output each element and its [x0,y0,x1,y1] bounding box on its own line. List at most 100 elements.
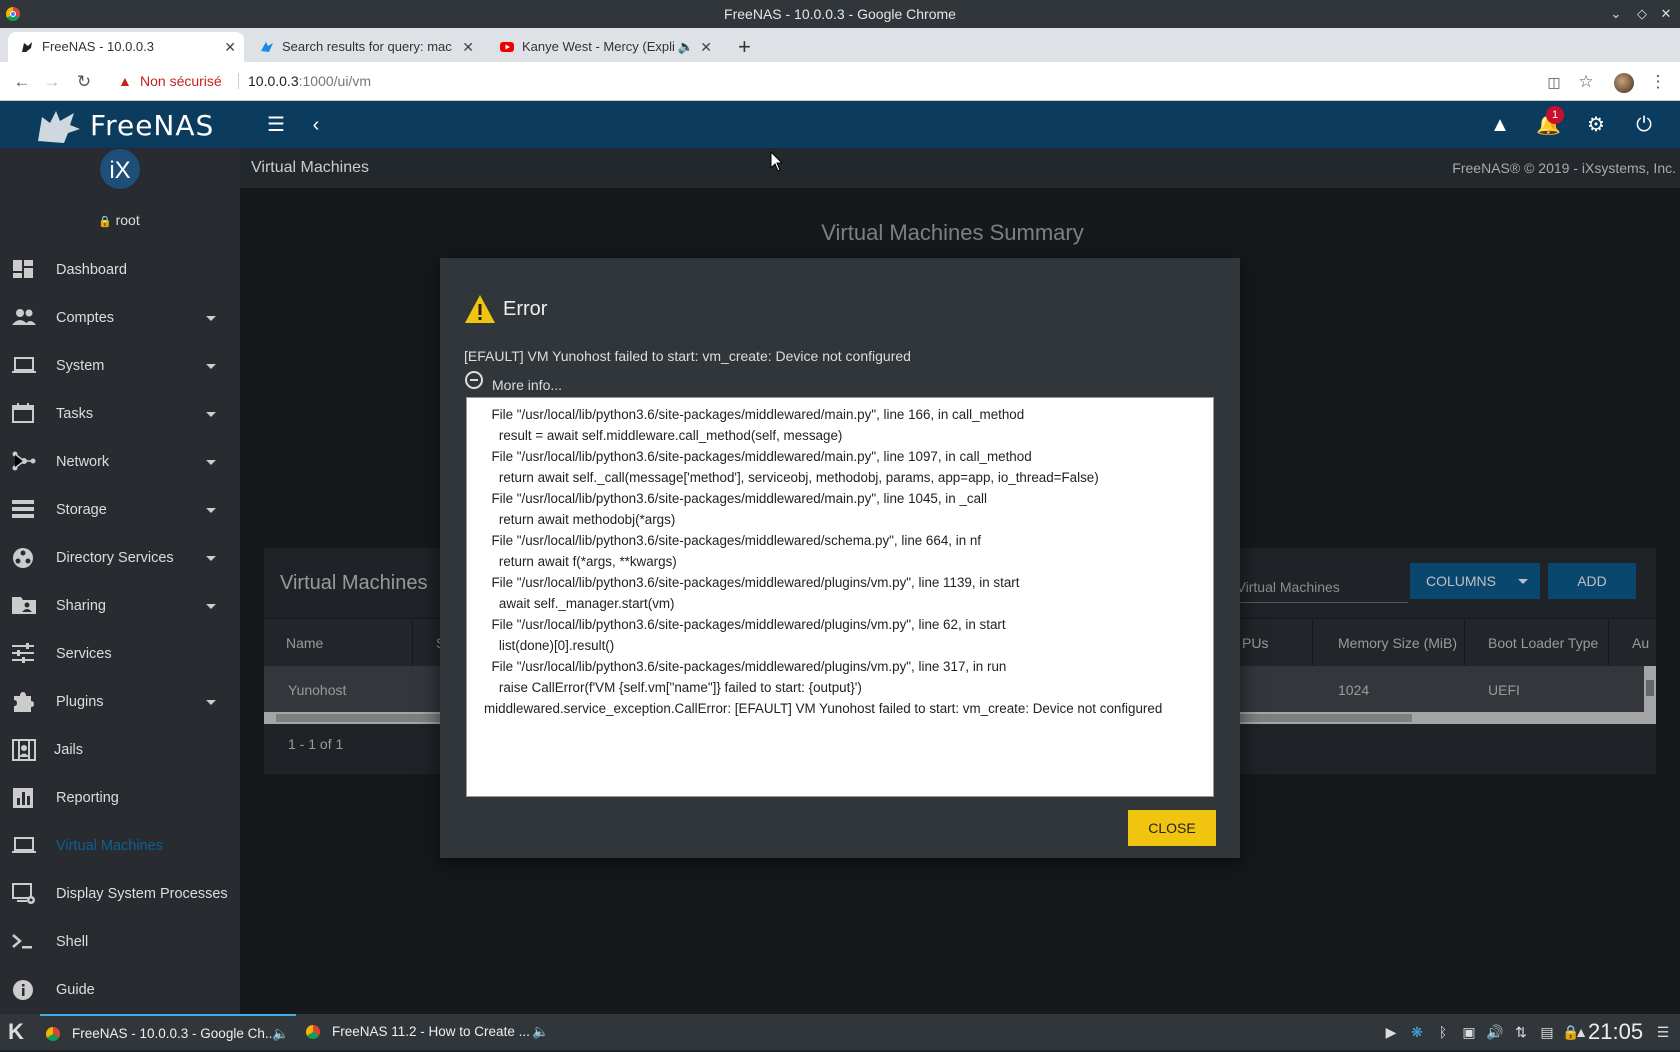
sidebar-item-display-system-processes[interactable]: Display System Processes [0,870,240,918]
minimize-icon[interactable]: ⌄ [1604,0,1628,28]
chevron-down-icon [206,460,216,465]
computer-icon [12,835,36,857]
sidebar-item-reporting[interactable]: Reporting [0,774,240,822]
tab-close-icon[interactable]: ✕ [224,32,236,62]
sidebar-item-label: Directory Services [56,550,174,566]
sidebar-item-label: Shell [56,934,89,950]
error-dialog: Error [EFAULT] VM Yunohost failed to sta… [440,258,1240,858]
traceback-text: File "/usr/local/lib/python3.6/site-pack… [484,407,1163,716]
ix-logo-text: iX [109,157,130,184]
tab-search-results[interactable]: Search results for query: mac ✕ [248,32,482,62]
clipboard-icon[interactable]: ▤ [1538,1023,1556,1041]
close-button[interactable]: CLOSE [1128,810,1216,846]
sidebar-item-label: Comptes [56,310,115,326]
taskbar-menu-icon[interactable]: ☰ [1654,1023,1672,1041]
updates-icon[interactable]: ❋ [1408,1023,1426,1041]
close-window-icon[interactable]: ✕ [1654,0,1678,28]
tab-label: FreeNAS - 10.0.0.3 [42,39,154,54]
sidebar-item-label: Network [56,454,110,470]
warning-icon: ▲ [118,73,132,89]
tab-freenas[interactable]: FreeNAS - 10.0.0.3 ✕ [8,32,244,62]
sidebar-item-label: Display System Processes [56,886,228,902]
page-header: Virtual Machines FreeNAS® © 2019 - iXsys… [240,148,1680,188]
settings-gear-icon[interactable]: ⚙ [1584,113,1608,137]
chevron-down-icon [206,700,216,705]
power-icon[interactable]: ⏻ [1632,113,1656,137]
address-bar[interactable]: ▲ Non sécurisé 10.0.0.3:1000/ui/vm [108,67,1590,95]
sidebar-item-network[interactable]: Network [0,438,240,486]
star-icon[interactable]: ☆ [1574,70,1598,94]
speaker-icon[interactable]: 🔈 [678,32,694,62]
ix-logo: iX [100,149,140,189]
sidebar-item-label: Storage [56,502,107,518]
network-tray-icon[interactable]: ⇅ [1512,1023,1530,1041]
sidebar-item-system[interactable]: System [0,342,240,390]
forward-icon[interactable]: → [40,70,64,94]
sidebar-item-label: Tasks [56,406,94,422]
bluetooth-icon[interactable]: ᛒ [1434,1023,1452,1041]
chevron-down-icon [206,412,216,417]
back-icon[interactable]: ← [10,70,34,94]
sidebar-item-tasks[interactable]: Tasks [0,390,240,438]
sidebar-item-storage[interactable]: Storage [0,486,240,534]
menu-kebab-icon[interactable]: ⋮ [1646,70,1670,94]
sidebar-item-label: Jails [54,742,84,758]
tab-strip: FreeNAS - 10.0.0.3 ✕ Search results for … [0,28,1680,62]
tab-youtube[interactable]: Kanye West - Mercy (Expli 🔈 ✕ [488,32,720,62]
sidebar-item-comptes[interactable]: Comptes [0,294,240,342]
profile-avatar[interactable] [1612,70,1636,94]
taskbar-item-chrome-2[interactable]: FreeNAS 11.2 - How to Create ... 🔈 [300,1014,556,1050]
sidebar-item-plugins[interactable]: Plugins [0,678,240,726]
directory-icon [12,547,36,569]
chart-icon [12,787,36,809]
more-info-toggle[interactable]: More info... [492,377,562,393]
sidebar-item-shell[interactable]: Shell [0,918,240,966]
copyright: FreeNAS® © 2019 - iXsystems, Inc. [1452,160,1676,176]
security-label: Non sécurisé [140,73,222,89]
sidebar-item-sharing[interactable]: Sharing [0,582,240,630]
tab-label: Kanye West - Mercy (Expli [522,39,675,54]
tab-label: Search results for query: mac [282,39,452,54]
sidebar-item-dashboard[interactable]: Dashboard [0,246,240,294]
tab-close-icon[interactable]: ✕ [462,32,474,62]
sidebar-item-label: Virtual Machines [56,838,163,854]
settings-app-icon [12,883,36,905]
reload-icon[interactable]: ↻ [72,70,96,94]
url-text[interactable]: 10.0.0.3:1000/ui/vm [248,67,371,95]
media-play-icon[interactable]: ▶ [1382,1023,1400,1041]
youtube-favicon-icon [500,42,514,52]
sidebar-item-directory-services[interactable]: Directory Services [0,534,240,582]
freenas-favicon-icon [22,42,32,52]
sidebar-item-label: System [56,358,105,374]
collapse-circle-icon[interactable] [465,371,483,389]
sidebar-item-label: Services [56,646,112,662]
theme-paint-icon[interactable]: ▲ [1488,113,1512,137]
maximize-icon[interactable]: ◇ [1630,0,1654,28]
taskbar-item-chrome[interactable]: FreeNAS - 10.0.0.3 - Google Ch... 🔈 [40,1014,296,1050]
taskbar-item-label: FreeNAS 11.2 - How to Create ... [332,1024,530,1039]
sidebar-item-services[interactable]: Services [0,630,240,678]
console-icon [12,931,36,953]
error-message: [EFAULT] VM Yunohost failed to start: vm… [464,348,911,364]
calendar-icon [12,403,36,425]
laptop-icon [12,355,36,377]
extension-icon [12,691,36,713]
hamburger-menu-icon[interactable]: ☰ [264,113,288,137]
people-icon [12,307,36,329]
sidebar-item-virtual-machines[interactable]: Virtual Machines [0,822,240,870]
chevron-down-icon [206,364,216,369]
display-icon[interactable]: ▣ [1460,1023,1478,1041]
window-title: FreeNAS - 10.0.0.3 - Google Chrome [724,6,956,22]
translate-icon[interactable]: ◫ [1542,70,1566,94]
new-tab-button[interactable]: + [738,32,751,62]
tab-close-icon[interactable]: ✕ [700,32,712,62]
collapse-chevron-icon[interactable]: ‹ [304,113,328,137]
sidebar-item-jails[interactable]: Jails [0,726,240,774]
traceback-textarea[interactable]: File "/usr/local/lib/python3.6/site-pack… [466,397,1214,797]
sidebar-item-guide[interactable]: Guide [0,966,240,1014]
freenas-logo-icon [38,111,80,143]
volume-icon[interactable]: 🔊 [1486,1023,1504,1041]
folder-shared-icon [12,595,36,617]
clock[interactable]: 21:05 [1588,1014,1643,1050]
kde-launcher-icon[interactable]: K [8,1018,24,1046]
